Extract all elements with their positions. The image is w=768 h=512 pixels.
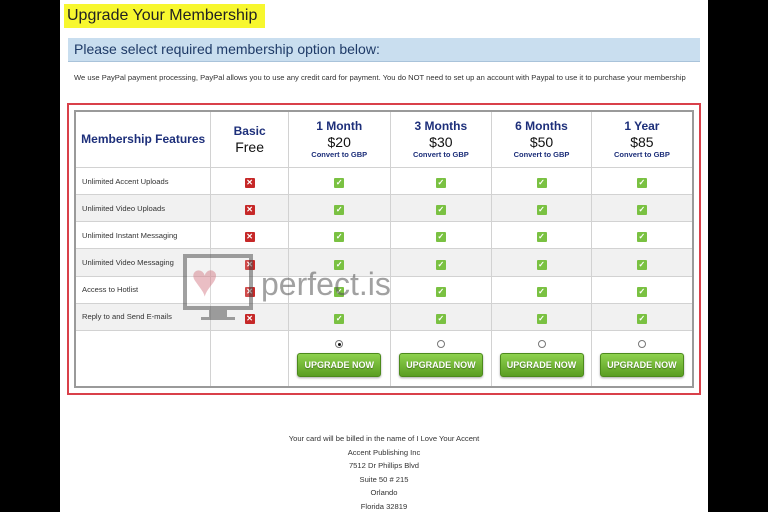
check-icon: ✓	[636, 232, 647, 243]
check-icon: ✓	[334, 232, 345, 243]
plan-radio-3-months[interactable]	[436, 340, 445, 349]
footer-line: Orlando	[370, 488, 398, 498]
membership-table: Membership Features Basic Free 1 Month $…	[74, 110, 694, 388]
convert-to-gbp-link[interactable]: Convert to GBP	[391, 150, 492, 160]
plan-price: $30	[429, 133, 453, 150]
x-icon: ✕	[244, 178, 255, 188]
check-icon: ✓	[435, 232, 446, 243]
upgrade-now-button-6-months[interactable]: UPGRADE NOW	[499, 353, 584, 378]
footer-line: 7512 Dr Phillips Blvd	[348, 461, 420, 471]
membership-page: Upgrade Your Membership Please select re…	[60, 0, 708, 512]
plan-radio-6-months[interactable]	[537, 340, 546, 349]
check-icon: ✓	[636, 259, 647, 270]
check-icon: ✓	[435, 205, 446, 216]
plan-header-basic: Basic Free	[210, 110, 289, 168]
x-icon: ✕	[244, 205, 255, 216]
feature-row: Unlimited Video Uploads ✕ ✓ ✓ ✓ ✓	[74, 194, 694, 223]
footer-line: Accent Publishing Inc	[347, 447, 421, 457]
feature-label: Reply to and Send E-mails	[74, 302, 212, 332]
membership-table-frame: Membership Features Basic Free 1 Month $…	[67, 103, 701, 395]
footer-line: Suite 50 # 215	[359, 474, 409, 484]
plan-radio-1-year[interactable]	[637, 340, 646, 349]
check-icon: ✓	[536, 259, 547, 270]
check-icon: ✓	[334, 205, 345, 216]
plan-name: 3 Months	[414, 118, 468, 133]
feature-label: Unlimited Video Messaging	[74, 248, 212, 277]
check-icon: ✓	[435, 286, 446, 297]
check-icon: ✓	[536, 205, 547, 216]
convert-to-gbp-link[interactable]: Convert to GBP	[492, 150, 591, 160]
feature-row: Access to Hotlist ✕ ✓ ✓ ✓ ✓	[74, 275, 694, 304]
plan-radio-1-month[interactable]	[335, 340, 344, 349]
plan-price: $50	[529, 133, 554, 150]
plan-name: 1 Month	[316, 118, 363, 133]
feature-label: Unlimited Accent Uploads	[74, 166, 212, 196]
convert-to-gbp-link[interactable]: Convert to GBP	[592, 150, 692, 160]
check-icon: ✓	[536, 232, 547, 243]
check-icon: ✓	[334, 313, 345, 324]
x-icon: ✕	[244, 286, 255, 297]
convert-to-gbp-link[interactable]: Convert to GBP	[289, 150, 390, 160]
instruction-bar: Please select required membership option…	[68, 38, 700, 62]
plan-price: Free	[235, 138, 265, 155]
plan-header-1-month: 1 Month $20 Convert to GBP	[287, 110, 391, 168]
upgrade-row: UPGRADE NOW UPGRADE NOW UPGRADE NOW UPGR…	[74, 330, 694, 388]
features-header-cell: Membership Features	[74, 110, 212, 168]
feature-label: Unlimited Video Uploads	[74, 194, 212, 223]
upgrade-now-button-1-month[interactable]: UPGRADE NOW	[297, 353, 382, 378]
page-title: Upgrade Your Membership	[64, 4, 266, 28]
check-icon: ✓	[636, 178, 647, 188]
footer-line: Florida 32819	[360, 501, 408, 511]
check-icon: ✓	[636, 313, 647, 324]
check-icon: ✓	[334, 286, 345, 297]
footer-line: Your card will be billed in the name of …	[288, 434, 480, 443]
check-icon: ✓	[435, 178, 446, 188]
x-icon: ✕	[244, 259, 255, 270]
check-icon: ✓	[435, 313, 446, 324]
feature-row: Unlimited Instant Messaging ✕ ✓ ✓ ✓ ✓	[74, 221, 694, 250]
paypal-info-text: We use PayPal payment processing, PayPal…	[74, 73, 686, 82]
plan-name: 1 Year	[624, 118, 660, 133]
features-header: Membership Features	[81, 132, 206, 147]
feature-label: Access to Hotlist	[74, 275, 212, 304]
check-icon: ✓	[334, 259, 345, 270]
upgrade-now-button-3-months[interactable]: UPGRADE NOW	[398, 353, 483, 378]
plan-price: $20	[327, 133, 351, 150]
check-icon: ✓	[536, 178, 547, 188]
billing-footer: Your card will be billed in the name of …	[60, 432, 708, 512]
x-icon: ✕	[244, 313, 255, 324]
feature-label: Unlimited Instant Messaging	[74, 221, 212, 250]
check-icon: ✓	[334, 178, 345, 188]
plan-header-3-months: 3 Months $30 Convert to GBP	[389, 110, 493, 168]
plan-name: 6 Months	[515, 118, 568, 133]
feature-row: Unlimited Video Messaging ✕ ✓ ✓ ✓ ✓	[74, 248, 694, 277]
x-icon: ✕	[244, 232, 255, 243]
check-icon: ✓	[636, 286, 647, 297]
feature-row: Reply to and Send E-mails ✕ ✓ ✓ ✓ ✓	[74, 302, 694, 332]
table-header-row: Membership Features Basic Free 1 Month $…	[74, 110, 694, 168]
upgrade-now-button-1-year[interactable]: UPGRADE NOW	[599, 353, 684, 378]
check-icon: ✓	[536, 313, 547, 324]
plan-header-6-months: 6 Months $50 Convert to GBP	[491, 110, 592, 168]
plan-price: $85	[630, 133, 654, 150]
plan-name: Basic	[233, 123, 266, 138]
check-icon: ✓	[636, 205, 647, 216]
check-icon: ✓	[536, 286, 547, 297]
feature-row: Unlimited Accent Uploads ✕ ✓ ✓ ✓ ✓	[74, 166, 694, 196]
check-icon: ✓	[435, 259, 446, 270]
plan-header-1-year: 1 Year $85 Convert to GBP	[590, 110, 694, 168]
